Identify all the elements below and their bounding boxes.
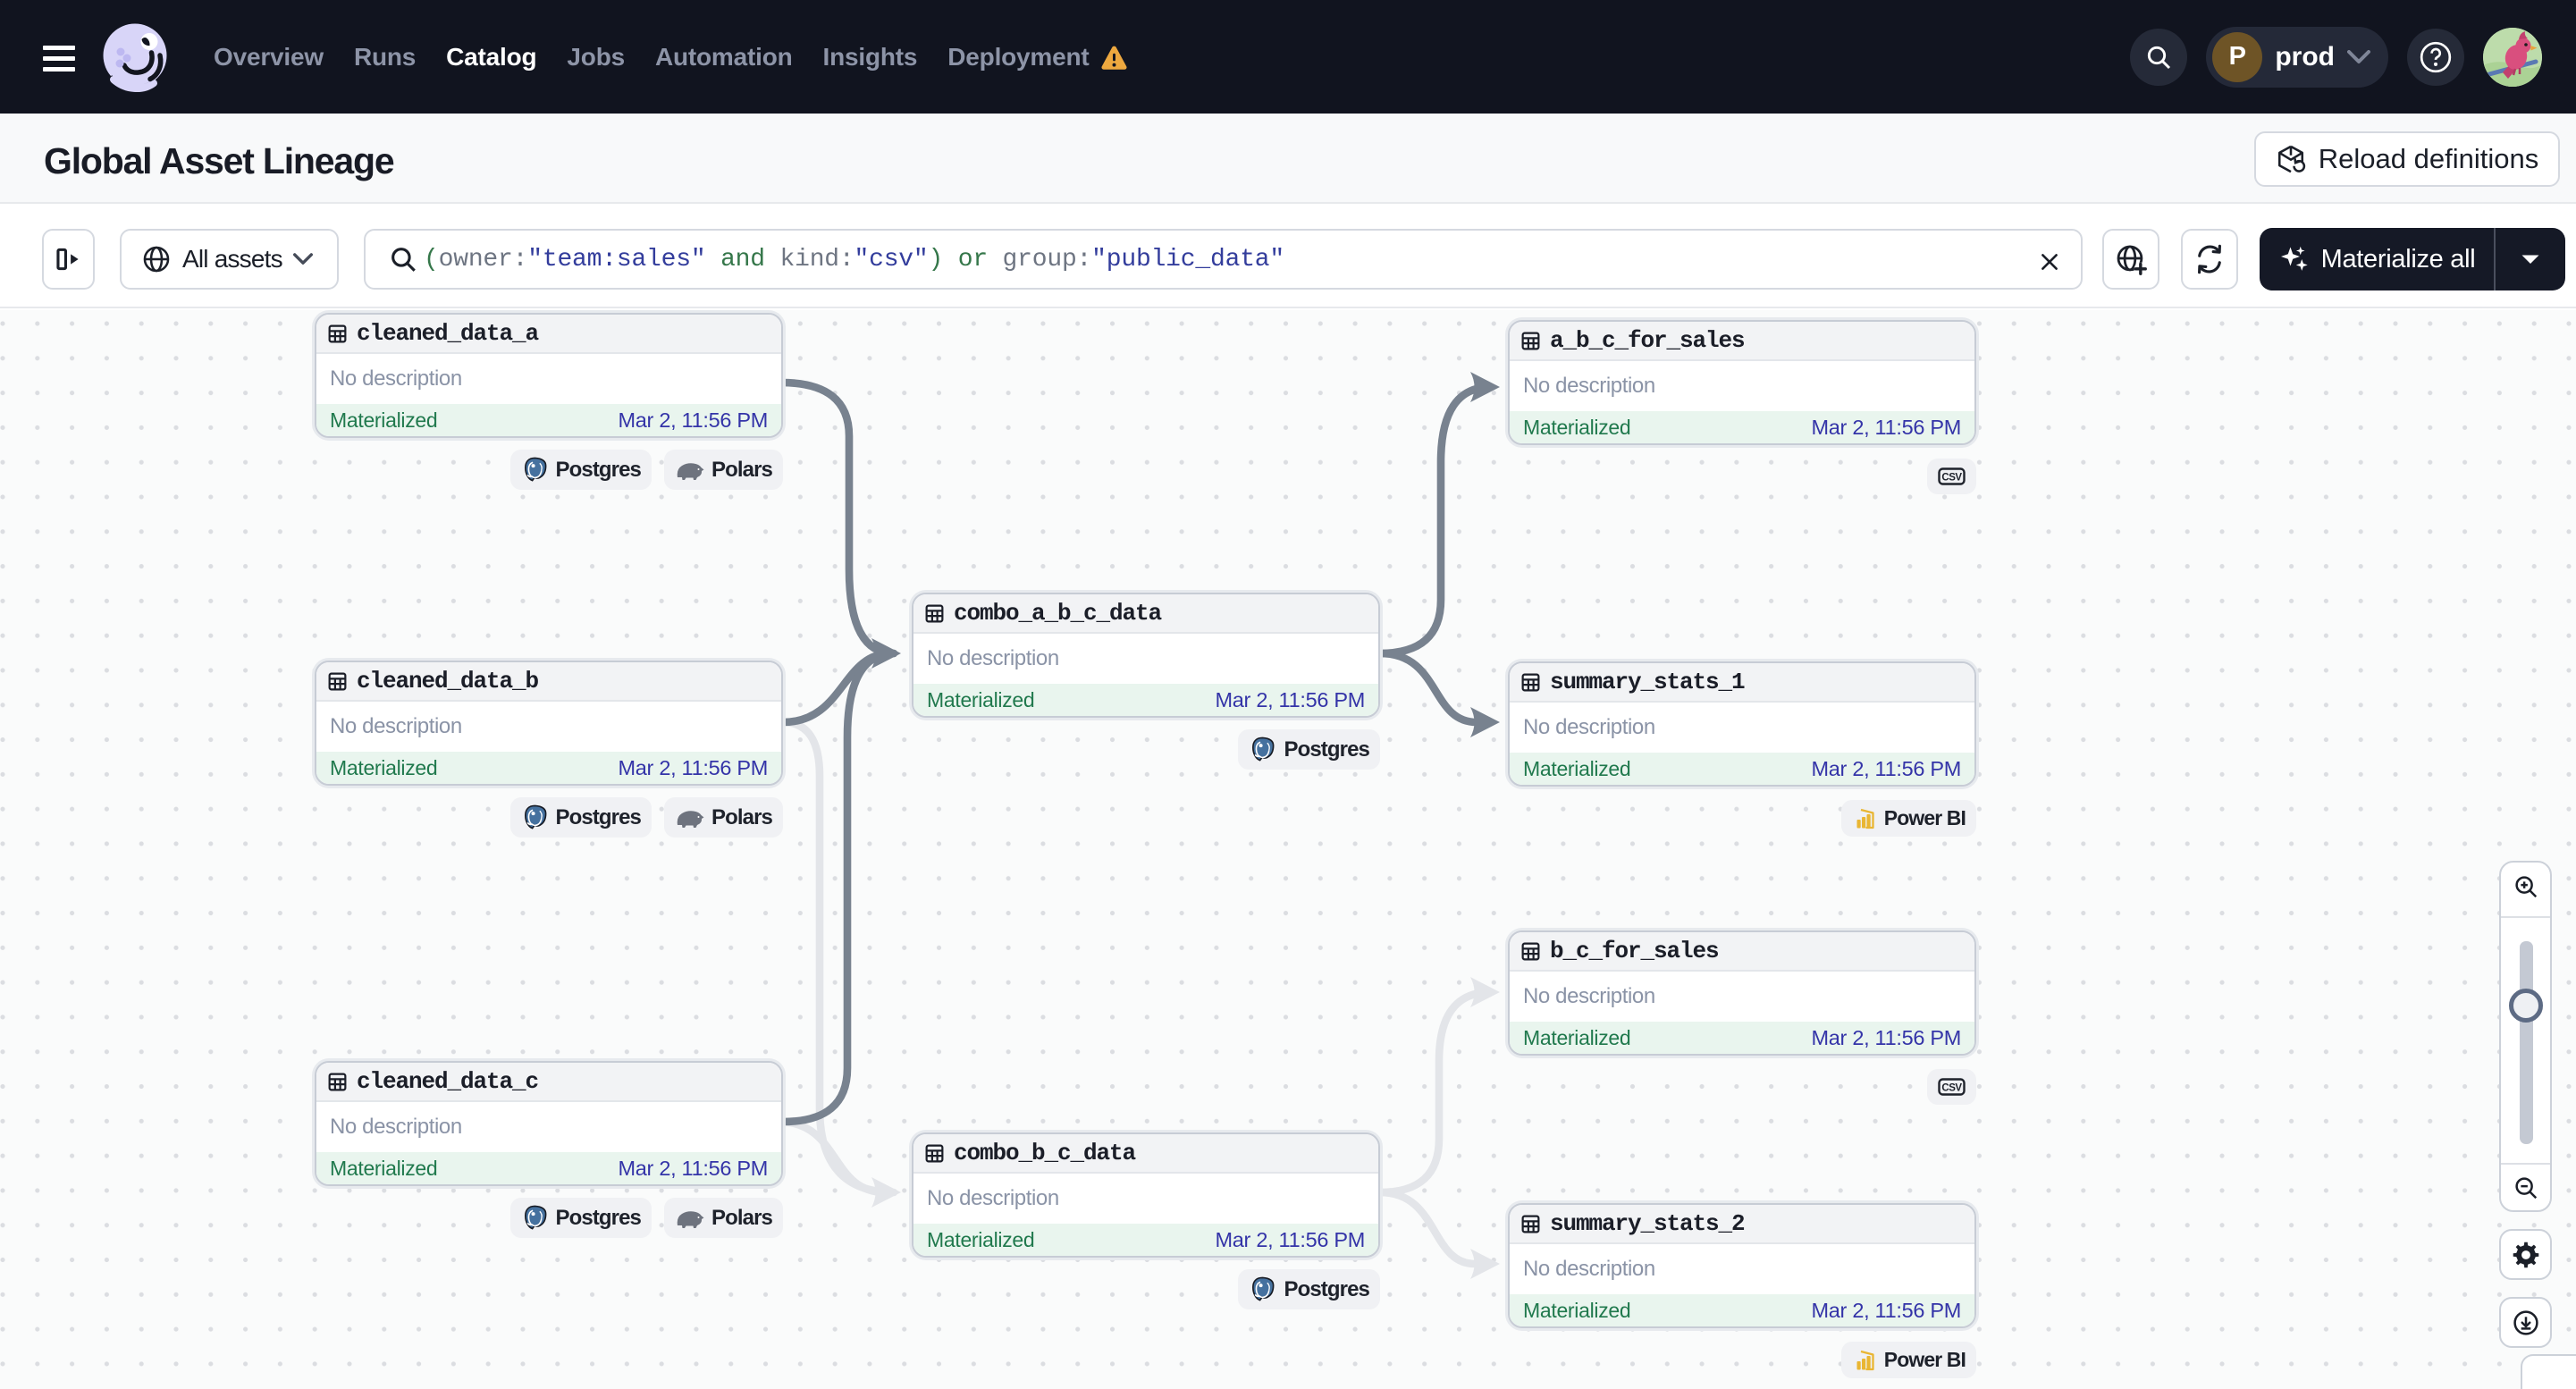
svg-text:CSV: CSV (1941, 473, 1962, 484)
svg-text:CSV: CSV (1941, 1083, 1962, 1094)
